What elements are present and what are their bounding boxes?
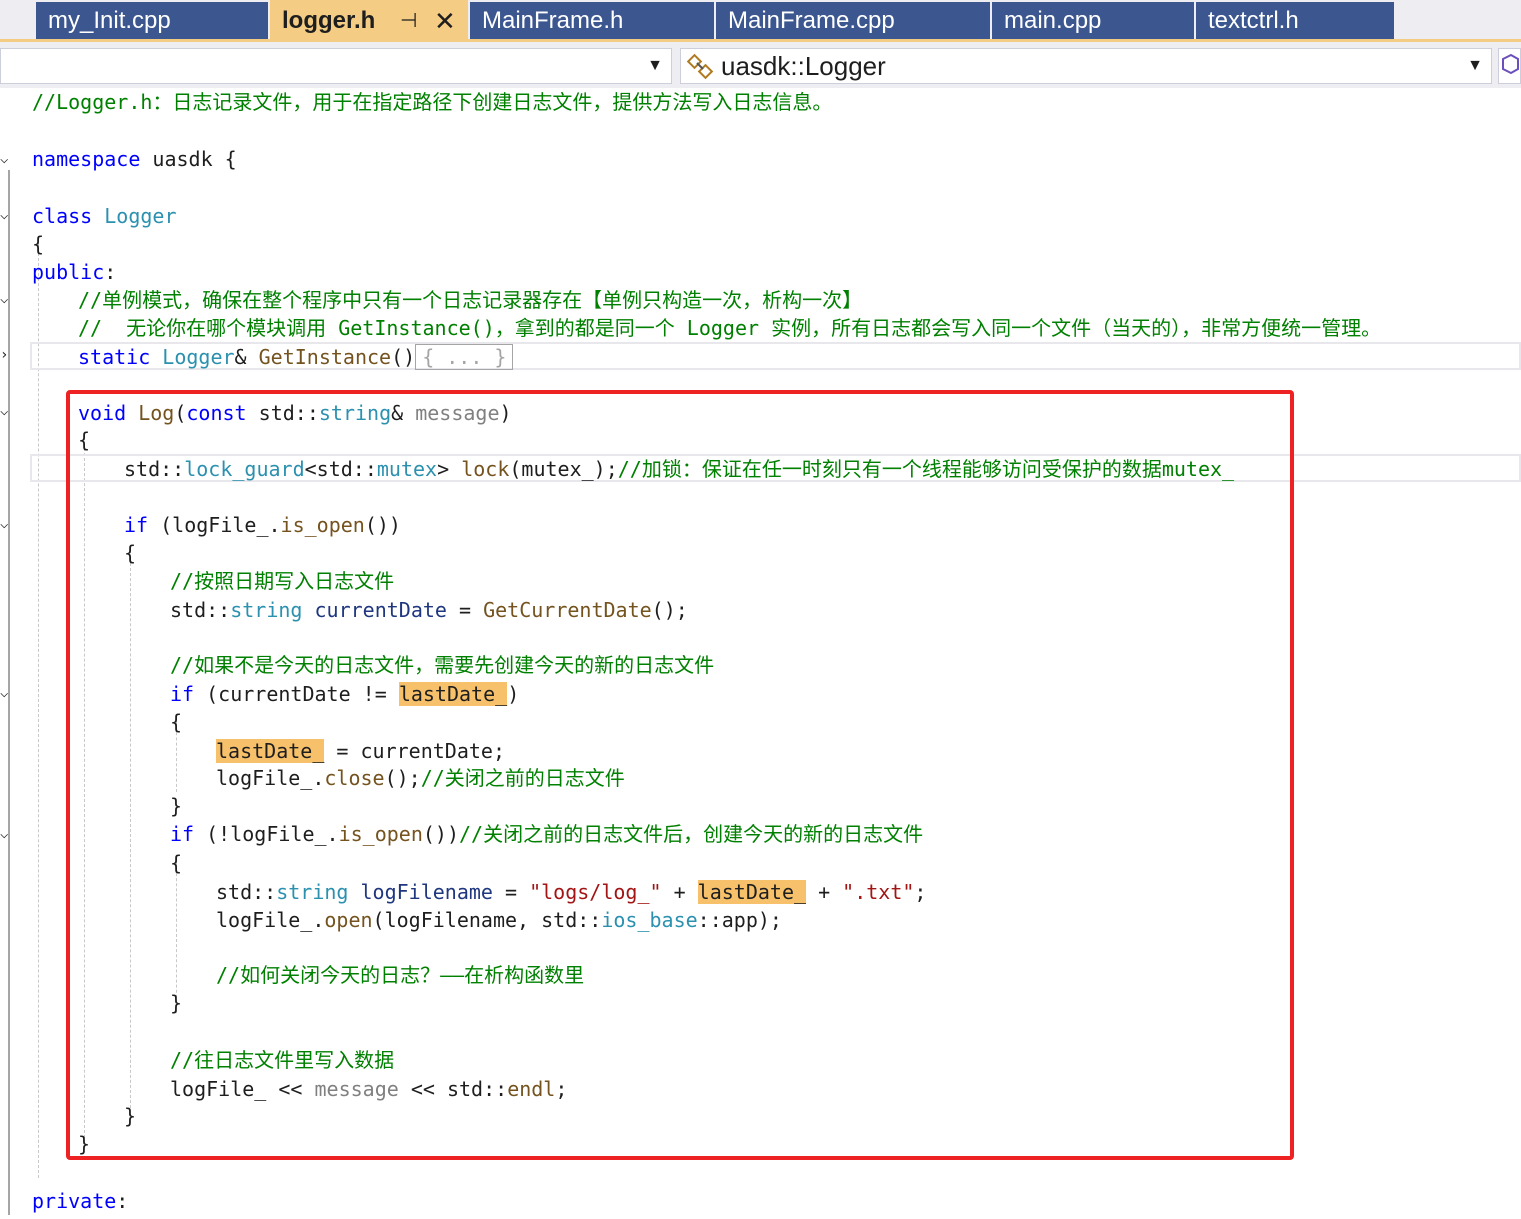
document-tab-strip: my_Init.cpp logger.h ⊣ ✕ MainFrame.h Mai… <box>0 0 1521 42</box>
code-line-3: class Logger <box>32 204 177 228</box>
tab-mainframe-cpp[interactable]: MainFrame.cpp <box>716 2 990 39</box>
navigation-bar: ▼ uasdk::Logger ▼ <box>0 42 1521 90</box>
annotation-highlight-box <box>66 390 1294 1160</box>
tab-label: logger.h <box>282 7 376 34</box>
code-line-5: public: <box>32 260 117 284</box>
tab-textctrl-h[interactable]: textctrl.h <box>1196 2 1394 39</box>
code-line-8: static Logger& GetInstance(){ ... } <box>78 343 514 371</box>
split-view-button[interactable] <box>1498 48 1521 84</box>
fold-collapse-icon[interactable]: ⌵ <box>0 402 18 420</box>
tab-mainframe-h[interactable]: MainFrame.h <box>470 2 714 39</box>
code-line-7: // 无论你在哪个模块调用 GetInstance()，拿到的都是同一个 Log… <box>78 316 1382 340</box>
class-icon <box>687 53 714 80</box>
code-line-6: //单例模式，确保在整个程序中只有一个日志记录器存在【单例只构造一次，析构一次】 <box>78 288 863 312</box>
member-value: uasdk::Logger <box>721 51 886 81</box>
code-editor[interactable]: ⌵ ⌵ ⌵ › ⌵ ⌵ ⌵ ⌵ //Logger.h：日志记录文件，用于在指定路… <box>0 88 1521 1219</box>
code-line-1: //Logger.h：日志记录文件，用于在指定路径下创建日志文件，提供方法写入日… <box>32 90 833 114</box>
fold-collapse-icon[interactable]: ⌵ <box>0 825 18 843</box>
fold-collapse-icon[interactable]: ⌵ <box>0 206 18 224</box>
chevron-down-icon[interactable]: ▼ <box>647 49 663 83</box>
code-line-32: private: <box>32 1189 129 1213</box>
code-line-2: namespace uasdk { <box>32 147 237 171</box>
close-icon[interactable]: ✕ <box>434 0 456 42</box>
fold-collapse-icon[interactable]: ⌵ <box>0 684 18 702</box>
chevron-down-icon[interactable]: ▼ <box>1467 49 1483 83</box>
indent-guide <box>38 238 39 1178</box>
fold-collapse-icon[interactable]: ⌵ <box>0 515 18 533</box>
code-line-4: { <box>32 232 45 256</box>
pin-icon[interactable]: ⊣ <box>400 0 417 42</box>
fold-collapse-icon[interactable]: ⌵ <box>0 150 18 168</box>
member-dropdown[interactable]: uasdk::Logger ▼ <box>680 48 1492 84</box>
cube-icon <box>1502 53 1519 75</box>
tab-my-init-cpp[interactable]: my_Init.cpp <box>36 2 268 39</box>
collapsed-block[interactable]: { ... } <box>415 344 514 370</box>
tab-logger-h[interactable]: logger.h ⊣ ✕ <box>270 0 468 42</box>
tab-main-cpp[interactable]: main.cpp <box>992 2 1194 39</box>
fold-expand-icon[interactable]: › <box>0 346 18 364</box>
fold-collapse-icon[interactable]: ⌵ <box>0 290 18 308</box>
scope-dropdown[interactable]: ▼ <box>0 48 672 84</box>
